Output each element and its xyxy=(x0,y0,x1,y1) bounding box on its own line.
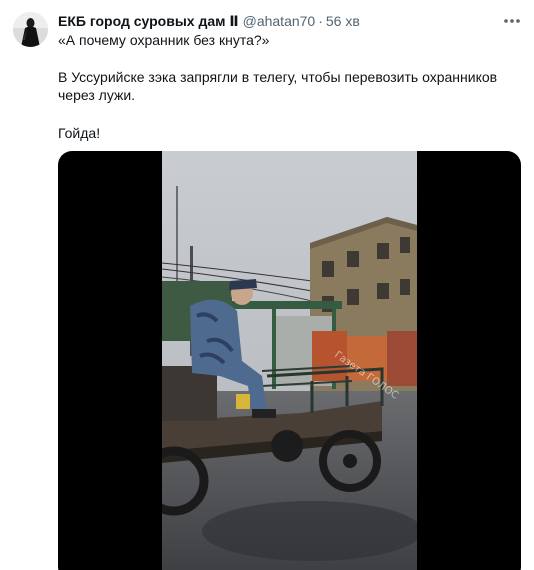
tweet-text-line: через лужи. xyxy=(58,87,136,103)
display-name[interactable]: ЕКБ город суровых дам Ⅱ xyxy=(58,12,239,30)
user-handle[interactable]: @ahatan70 xyxy=(243,12,316,30)
more-horizontal-icon[interactable] xyxy=(500,10,524,32)
tweet-header: ЕКБ город суровых дам Ⅱ @ahatan70 · 56 х… xyxy=(58,12,360,30)
tweet[interactable]: ЕКБ город суровых дам Ⅱ @ahatan70 · 56 х… xyxy=(0,0,534,570)
tweet-text-line: Гойда! xyxy=(58,125,101,141)
separator-dot: · xyxy=(318,13,323,29)
timestamp[interactable]: 56 хв xyxy=(326,12,360,30)
tweet-text-line: В Уссурийске зэка запрягли в телегу, что… xyxy=(58,69,498,85)
avatar[interactable] xyxy=(13,12,48,47)
video-frame: Газета ГОЛОС xyxy=(162,151,417,570)
video-player[interactable]: Газета ГОЛОС xyxy=(58,151,521,570)
tweet-text-line: «А почему охранник без кнута?» xyxy=(58,32,270,48)
